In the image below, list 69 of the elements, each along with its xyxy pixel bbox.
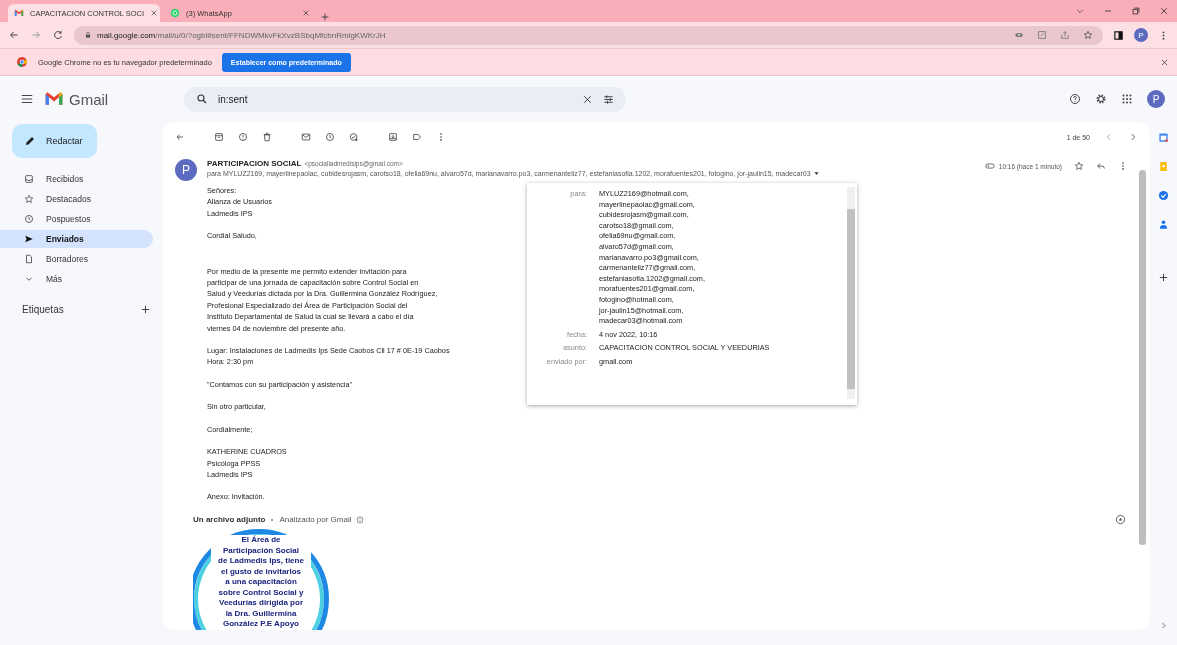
send-icon [24, 234, 34, 244]
close-icon[interactable] [1159, 6, 1169, 16]
clear-search-icon[interactable] [582, 93, 593, 105]
document-icon [24, 254, 34, 264]
eye-icon[interactable] [1014, 30, 1024, 40]
envelope-logo-icon [14, 8, 24, 18]
apps-grid-icon[interactable] [1121, 93, 1133, 105]
scrollbar[interactable] [1139, 170, 1146, 545]
sidebar-item[interactable]: Pospuestos [0, 210, 153, 228]
move-to-icon[interactable] [388, 132, 398, 142]
back-icon[interactable] [175, 132, 185, 142]
attachment-heading: Un archivo adjunto [193, 515, 266, 524]
archive-icon[interactable] [214, 132, 224, 142]
close-icon[interactable] [150, 9, 159, 17]
sidebar-item[interactable]: Enviados [0, 230, 153, 248]
label-icon[interactable] [412, 132, 422, 142]
reload-icon[interactable] [52, 29, 64, 41]
search-icon [196, 93, 208, 105]
back-icon[interactable] [8, 29, 20, 41]
popup-scrollbar[interactable] [847, 187, 855, 399]
sidebar-item[interactable]: Borradores [0, 250, 153, 268]
lock-icon [84, 31, 92, 39]
pencil-icon [24, 135, 36, 147]
star-icon [24, 194, 34, 204]
dropdown-caret-icon[interactable] [812, 170, 820, 177]
close-icon[interactable] [302, 9, 310, 17]
menu-icon[interactable] [20, 92, 34, 106]
account-avatar[interactable]: P [1147, 90, 1165, 108]
compose-button[interactable]: Redactar [12, 124, 97, 158]
info-icon [355, 515, 364, 524]
app-logo-text: Gmail [69, 90, 109, 108]
sidebar-item[interactable]: Más [0, 270, 153, 288]
next-icon[interactable] [1128, 132, 1138, 142]
address-bar[interactable]: mail.google.com/mail/u/0/?ogbl#sent/FFNDWMkvFkXvzBSbqMfcbnRmlgKWKrJH [74, 25, 1103, 45]
profile-avatar[interactable]: P [1134, 28, 1148, 42]
side-panel-icon[interactable] [1113, 29, 1124, 41]
clock-icon[interactable] [325, 132, 335, 142]
search-field[interactable]: in:sent [184, 86, 626, 112]
restore-icon[interactable] [1131, 6, 1141, 16]
help-icon[interactable] [1069, 93, 1081, 105]
sender-avatar: P [175, 159, 197, 181]
sidebar-item[interactable]: Destacados [0, 190, 153, 208]
calendar-icon[interactable] [1158, 132, 1169, 143]
add-addon-icon[interactable] [1158, 272, 1169, 283]
envelope-icon[interactable] [301, 132, 311, 142]
filter-options-icon[interactable] [603, 93, 614, 105]
new-tab-icon[interactable] [320, 12, 330, 22]
report-icon[interactable] [238, 132, 248, 142]
scan-note: Analizado por Gmail [279, 515, 352, 524]
external-link-icon[interactable] [1037, 30, 1047, 40]
browser-logo-icon [16, 56, 28, 68]
star-icon[interactable] [1074, 161, 1084, 171]
clock-icon [24, 214, 34, 224]
add-task-icon[interactable] [349, 132, 359, 142]
contacts-icon[interactable] [1158, 219, 1169, 230]
bookmark-star-icon[interactable] [1083, 30, 1093, 40]
chat-logo-icon [170, 8, 180, 18]
add-to-drive-icon[interactable] [1115, 514, 1126, 525]
close-icon[interactable] [1160, 57, 1169, 67]
labels-heading: Etiquetas [22, 304, 64, 315]
inbox-icon [24, 174, 34, 184]
settings-icon[interactable] [1095, 93, 1107, 105]
sender-name: PARTICIPACION SOCIAL [207, 159, 302, 168]
add-label-icon[interactable] [140, 304, 151, 315]
sidebar-item[interactable]: Recibidos [0, 170, 153, 188]
tasks-icon[interactable] [1158, 190, 1169, 201]
delete-icon[interactable] [262, 132, 272, 142]
reply-icon[interactable] [1096, 161, 1106, 171]
thumbnail-text: El Área de Participación Social de Ladmedis Ips, tiene el gusto de invitarlos a una capacitación sobre Control Social y Veedurías dirigida por la Dra. Guillermina González P.E Apoyo [211, 535, 311, 630]
